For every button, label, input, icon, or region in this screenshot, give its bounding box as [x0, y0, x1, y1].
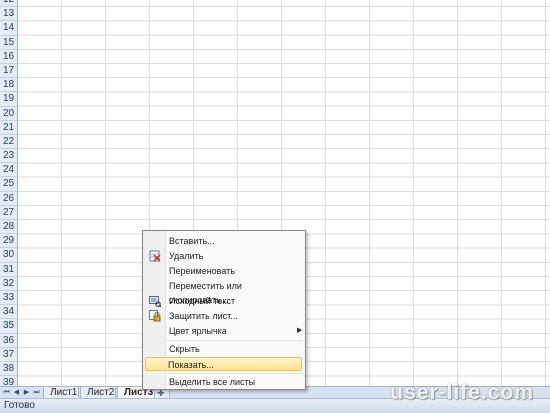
row-header[interactable]: 31: [0, 263, 17, 277]
row-header[interactable]: 29: [0, 234, 17, 249]
row-header[interactable]: 36: [0, 334, 17, 348]
menu-item-tab-color[interactable]: Цвет ярлычка ▶: [145, 324, 302, 338]
row-header[interactable]: 20: [0, 107, 17, 121]
delete-sheet-icon: [149, 250, 161, 262]
row-header[interactable]: 34: [0, 305, 17, 320]
view-code-icon: [149, 295, 162, 308]
menu-separator: [167, 373, 303, 374]
row-header[interactable]: 12: [0, 0, 17, 8]
row-header[interactable]: 13: [0, 7, 17, 22]
protect-sheet-icon: [149, 310, 161, 322]
menu-item-insert[interactable]: Вставить...: [145, 234, 302, 248]
last-sheet-icon[interactable]: ⏭: [32, 388, 41, 398]
row-header[interactable]: 23: [0, 149, 17, 164]
row-header[interactable]: 33: [0, 291, 17, 306]
row-header[interactable]: 21: [0, 121, 17, 135]
menu-item-label: Защитить лист...: [169, 311, 238, 321]
prev-sheet-icon[interactable]: ◀: [12, 388, 21, 398]
menu-item-label: Исходный текст: [169, 296, 236, 306]
row-header[interactable]: 16: [0, 50, 17, 64]
menu-item-protect-sheet[interactable]: Защитить лист...: [145, 309, 302, 323]
row-header[interactable]: 38: [0, 362, 17, 377]
menu-item-label: Цвет ярлычка: [169, 326, 227, 336]
menu-item-select-all-sheets[interactable]: Выделить все листы: [145, 375, 302, 389]
menu-item-label: Выделить все листы: [169, 377, 256, 387]
menu-item-label: Показать...: [168, 360, 214, 370]
row-header[interactable]: 37: [0, 348, 17, 362]
row-header[interactable]: 15: [0, 36, 17, 50]
watermark: user-life.com: [390, 381, 534, 404]
menu-item-move-copy[interactable]: Переместить или скопировать...: [145, 279, 302, 305]
row-header[interactable]: 22: [0, 135, 17, 150]
row-header[interactable]: 26: [0, 192, 17, 206]
first-sheet-icon[interactable]: ⏮: [2, 388, 11, 398]
row-header[interactable]: 17: [0, 64, 17, 79]
row-header[interactable]: 19: [0, 92, 17, 107]
status-text: Готово: [4, 400, 35, 411]
sheet-tab-context-menu: Вставить... Удалить Переименовать Переме…: [142, 230, 306, 390]
row-headers: 12 13 14 15 16 17 18 19 20 21 22 23 24 2…: [0, 0, 18, 386]
row-header[interactable]: 14: [0, 21, 17, 36]
menu-item-rename[interactable]: Переименовать: [145, 264, 302, 278]
menu-item-unhide[interactable]: Показать...: [145, 357, 302, 371]
menu-separator: [167, 340, 303, 341]
row-header[interactable]: 24: [0, 163, 17, 178]
row-header[interactable]: 39: [0, 376, 17, 386]
menu-item-label: Скрыть: [169, 344, 200, 354]
menu-item-hide[interactable]: Скрыть: [145, 342, 302, 356]
row-header[interactable]: 28: [0, 220, 17, 235]
next-sheet-icon[interactable]: ▶: [22, 388, 31, 398]
row-header[interactable]: 35: [0, 319, 17, 334]
submenu-arrow-icon: ▶: [297, 327, 303, 334]
row-header[interactable]: 27: [0, 206, 17, 220]
row-header[interactable]: 32: [0, 277, 17, 291]
menu-item-delete[interactable]: Удалить: [145, 249, 302, 263]
menu-item-label: Переименовать: [169, 266, 235, 276]
menu-item-label: Вставить...: [169, 236, 215, 246]
row-header[interactable]: 25: [0, 177, 17, 192]
menu-item-view-code[interactable]: Исходный текст: [145, 294, 302, 308]
row-header[interactable]: 18: [0, 78, 17, 93]
menu-item-label: Удалить: [169, 251, 204, 261]
row-header[interactable]: 30: [0, 248, 17, 263]
